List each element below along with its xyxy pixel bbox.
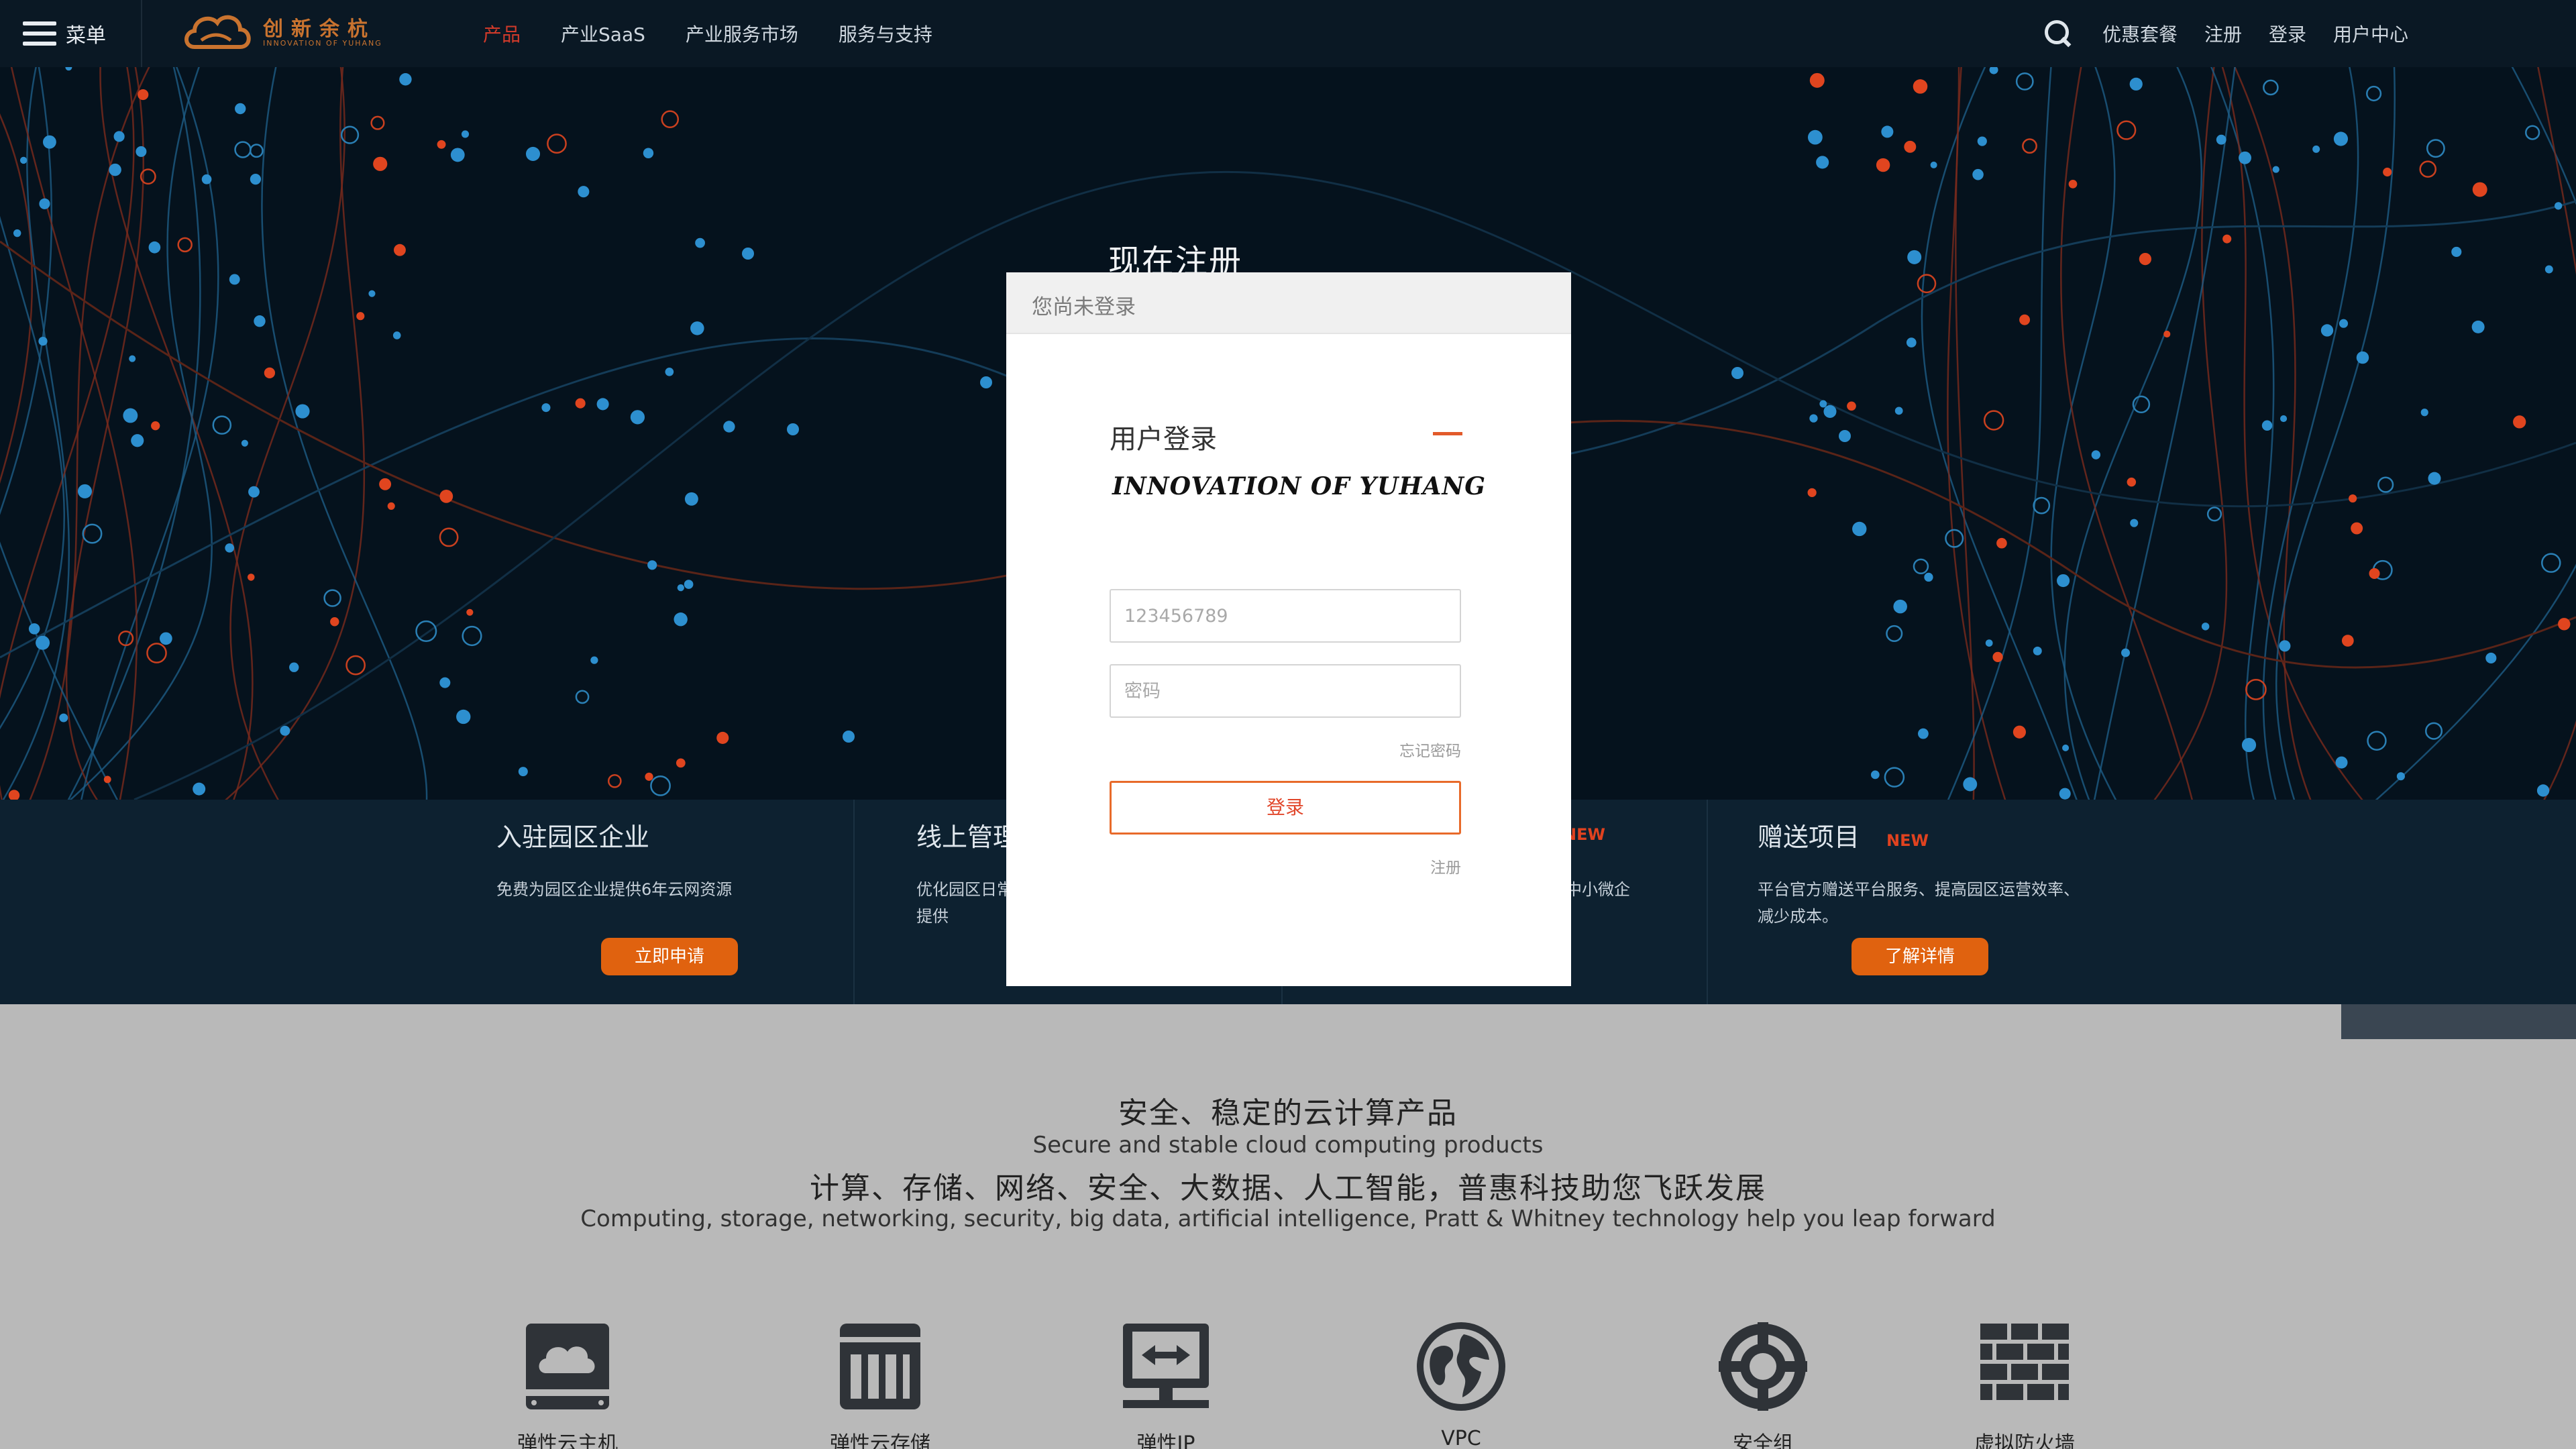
login-button[interactable]: 登录 [1110,781,1461,835]
brand-slogan: INNOVATION OF YUHANG [1112,472,1487,500]
password-input[interactable] [1110,664,1461,718]
modal-header-text: 您尚未登录 [1032,295,1136,319]
forgot-password-link[interactable]: 忘记密码 [1399,738,1461,761]
title-accent [1433,432,1462,435]
login-title: 用户登录 [1110,424,1217,455]
username-input[interactable] [1110,589,1461,643]
register-link[interactable]: 注册 [1430,855,1461,877]
modal-header: 您尚未登录 [1006,272,1571,334]
login-modal: 您尚未登录 用户登录 INNOVATION OF YUHANG 忘记密码 登录 … [1006,272,1571,986]
